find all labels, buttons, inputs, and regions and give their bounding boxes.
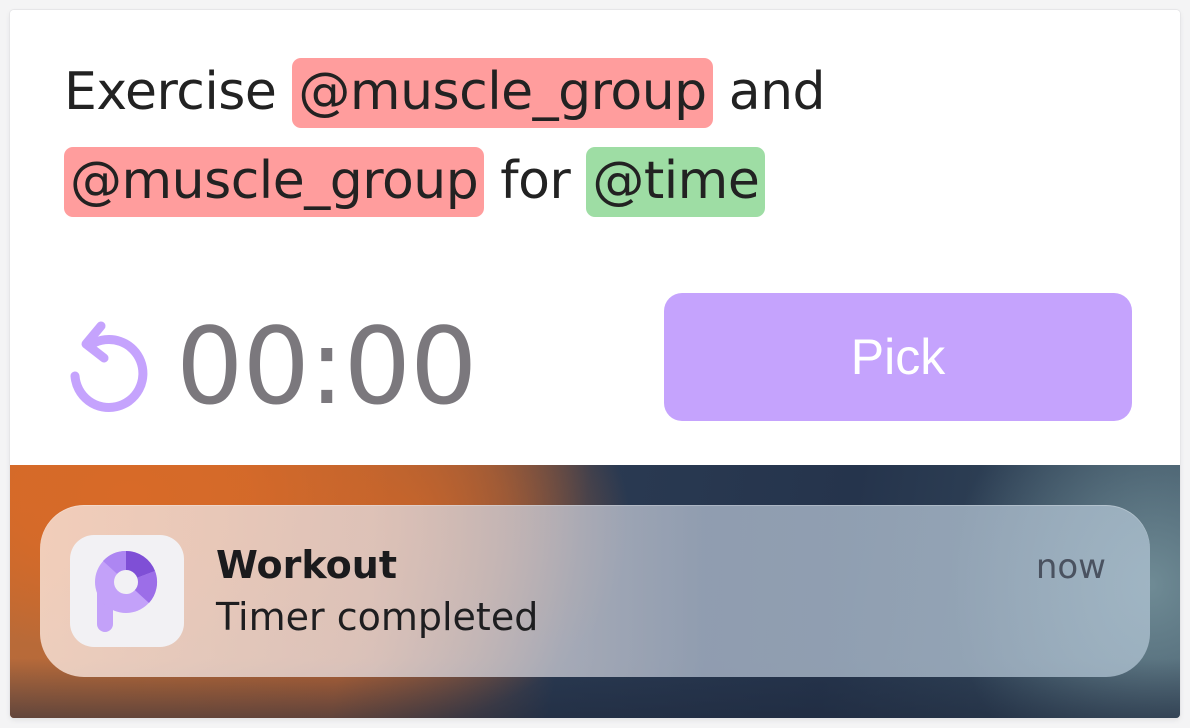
notification-message: Timer completed (216, 595, 539, 639)
counterclockwise-arrow-icon (70, 321, 148, 412)
muscle-group-token[interactable]: @muscle_group (292, 58, 713, 128)
time-token[interactable]: @time (586, 147, 766, 217)
pick-button[interactable]: Pick (664, 293, 1132, 421)
notification-app-name: Workout (216, 543, 397, 587)
timer-display: 00:00 (176, 305, 477, 428)
prompt-text: for (484, 151, 587, 211)
notification-banner[interactable]: Workout Timer completed now (40, 505, 1150, 677)
timer-row: 00:00 (64, 300, 477, 434)
exercise-card: Exercise @muscle_group and @muscle_group… (10, 10, 1180, 465)
notification-time: now (1035, 547, 1106, 587)
workout-app-icon (70, 535, 184, 647)
prompt-text: and (712, 62, 826, 122)
reset-icon[interactable] (64, 318, 150, 416)
workout-app-p-icon (95, 550, 158, 632)
prompt-text: Exercise (64, 62, 293, 122)
muscle-group-token[interactable]: @muscle_group (64, 147, 485, 217)
exercise-prompt: Exercise @muscle_group and @muscle_group… (64, 48, 1124, 226)
app-frame: Exercise @muscle_group and @muscle_group… (10, 10, 1180, 718)
